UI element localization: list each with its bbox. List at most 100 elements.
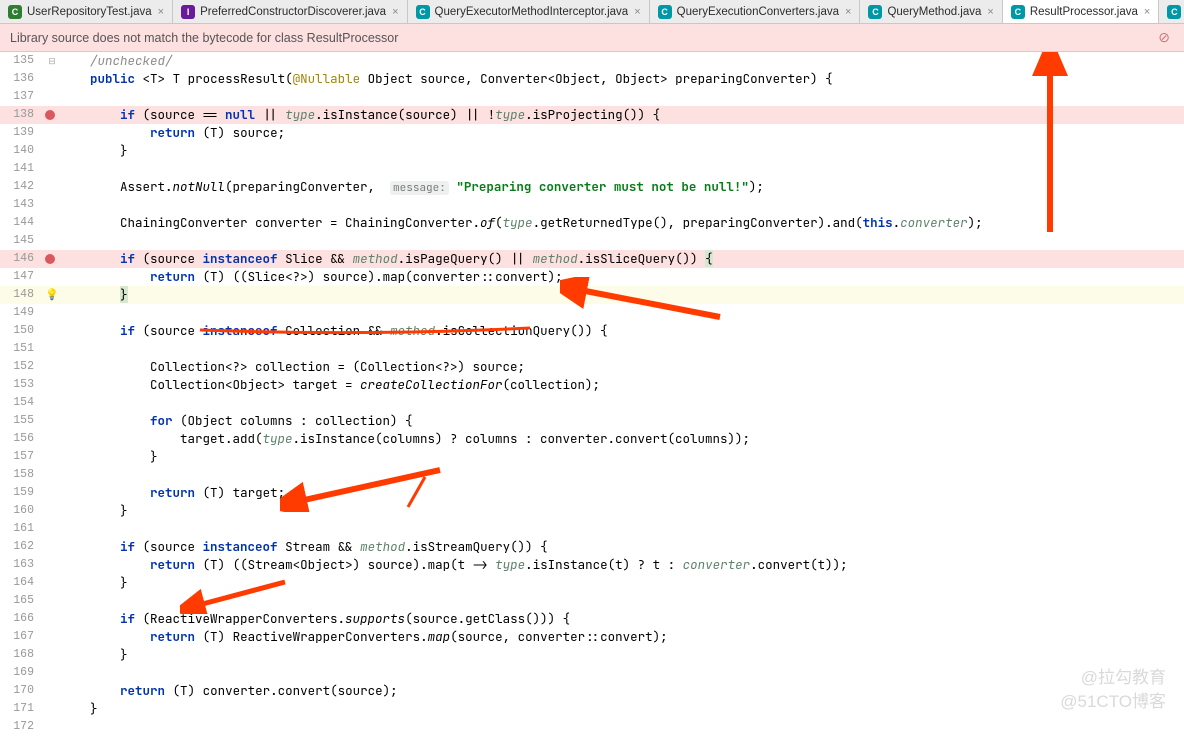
code-line[interactable]: 138 if (source == null || type.isInstanc…: [0, 106, 1184, 124]
code-text[interactable]: }: [84, 700, 98, 718]
gutter-marker[interactable]: [42, 718, 70, 736]
code-text[interactable]: ChainingConverter converter = ChainingCo…: [84, 214, 983, 232]
code-text[interactable]: /unchecked/: [84, 52, 173, 70]
gutter-marker[interactable]: [42, 142, 70, 160]
gutter-marker[interactable]: [42, 358, 70, 376]
code-text[interactable]: Collection<Object> target = createCollec…: [84, 376, 600, 394]
close-icon[interactable]: ×: [987, 6, 993, 18]
gutter-marker[interactable]: [42, 412, 70, 430]
gutter-marker[interactable]: [42, 394, 70, 412]
code-line[interactable]: 170 return (T) converter.convert(source)…: [0, 682, 1184, 700]
code-text[interactable]: [84, 196, 90, 214]
code-text[interactable]: if (source instanceof Stream && method.i…: [84, 538, 548, 556]
gutter-marker[interactable]: [42, 628, 70, 646]
code-text[interactable]: [84, 88, 90, 106]
code-line[interactable]: 169: [0, 664, 1184, 682]
code-text[interactable]: public <T> T processResult(@Nullable Obj…: [84, 70, 833, 88]
code-line[interactable]: 166 if (ReactiveWrapperConverters.suppor…: [0, 610, 1184, 628]
code-line[interactable]: 172: [0, 718, 1184, 736]
code-text[interactable]: if (source instanceof Slice && method.is…: [84, 250, 713, 268]
close-icon[interactable]: ×: [392, 6, 398, 18]
gutter-marker[interactable]: [42, 70, 70, 88]
code-text[interactable]: }: [84, 646, 128, 664]
code-line[interactable]: 164 }: [0, 574, 1184, 592]
code-text[interactable]: [84, 664, 90, 682]
code-text[interactable]: return (T) ReactiveWrapperConverters.map…: [84, 628, 668, 646]
gutter-marker[interactable]: [42, 520, 70, 538]
code-text[interactable]: }: [84, 574, 128, 592]
gutter-marker[interactable]: [42, 340, 70, 358]
code-line[interactable]: 146 if (source instanceof Slice && metho…: [0, 250, 1184, 268]
editor-tab[interactable]: CUserRepositoryTest.java×: [0, 0, 173, 23]
code-line[interactable]: 163 return (T) ((Stream<Object>) source)…: [0, 556, 1184, 574]
code-text[interactable]: if (ReactiveWrapperConverters.supports(s…: [84, 610, 570, 628]
code-line[interactable]: 147 return (T) ((Slice<?>) source).map(c…: [0, 268, 1184, 286]
code-text[interactable]: [84, 466, 90, 484]
editor-tab[interactable]: CResultProcessor.java×: [1003, 0, 1159, 23]
code-text[interactable]: return (T) source;: [84, 124, 285, 142]
code-line[interactable]: 141: [0, 160, 1184, 178]
code-text[interactable]: [84, 592, 90, 610]
code-line[interactable]: 140 }: [0, 142, 1184, 160]
code-line[interactable]: 144 ChainingConverter converter = Chaini…: [0, 214, 1184, 232]
code-line[interactable]: 157 }: [0, 448, 1184, 466]
close-icon[interactable]: ×: [158, 6, 164, 18]
code-text[interactable]: [84, 232, 90, 250]
editor-tab[interactable]: IPreferredConstructorDiscoverer.java×: [173, 0, 407, 23]
close-icon[interactable]: ×: [1144, 6, 1150, 18]
intention-bulb-icon[interactable]: 💡: [45, 286, 59, 304]
gutter-marker[interactable]: [42, 250, 70, 268]
code-line[interactable]: 153 Collection<Object> target = createCo…: [0, 376, 1184, 394]
gutter-marker[interactable]: [42, 268, 70, 286]
code-line[interactable]: 165: [0, 592, 1184, 610]
code-panel[interactable]: 135⊟/unchecked/136public <T> T processRe…: [0, 52, 1184, 728]
gutter-marker[interactable]: [42, 124, 70, 142]
code-line[interactable]: 142 Assert.notNull(preparingConverter, m…: [0, 178, 1184, 196]
gutter-marker[interactable]: [42, 106, 70, 124]
breakpoint-icon[interactable]: [45, 254, 55, 264]
gutter-marker[interactable]: [42, 88, 70, 106]
code-line[interactable]: 167 return (T) ReactiveWrapperConverters…: [0, 628, 1184, 646]
editor-tab[interactable]: CJp×: [1159, 0, 1184, 23]
gutter-marker[interactable]: [42, 574, 70, 592]
code-line[interactable]: 143: [0, 196, 1184, 214]
gutter-marker[interactable]: [42, 160, 70, 178]
code-line[interactable]: 137: [0, 88, 1184, 106]
code-text[interactable]: }: [84, 142, 128, 160]
code-line[interactable]: 155 for (Object columns : collection) {: [0, 412, 1184, 430]
close-icon[interactable]: ×: [845, 6, 851, 18]
gutter-marker[interactable]: [42, 484, 70, 502]
code-line[interactable]: 136public <T> T processResult(@Nullable …: [0, 70, 1184, 88]
code-text[interactable]: if (source instanceof Collection && meth…: [84, 322, 608, 340]
code-line[interactable]: 162 if (source instanceof Stream && meth…: [0, 538, 1184, 556]
code-line[interactable]: 148💡 }: [0, 286, 1184, 304]
gutter-marker[interactable]: [42, 466, 70, 484]
gutter-marker[interactable]: [42, 610, 70, 628]
code-text[interactable]: [84, 160, 90, 178]
editor-tab[interactable]: CQueryExecutionConverters.java×: [650, 0, 861, 23]
editor-tab[interactable]: CQueryMethod.java×: [860, 0, 1002, 23]
code-line[interactable]: 156 target.add(type.isInstance(columns) …: [0, 430, 1184, 448]
banner-close-icon[interactable]: ⊘: [1154, 29, 1174, 46]
code-line[interactable]: 160 }: [0, 502, 1184, 520]
code-text[interactable]: Assert.notNull(preparingConverter, messa…: [84, 178, 764, 196]
gutter-marker[interactable]: [42, 376, 70, 394]
code-text[interactable]: [84, 520, 90, 538]
gutter-marker[interactable]: [42, 304, 70, 322]
gutter-marker[interactable]: [42, 682, 70, 700]
code-line[interactable]: 159 return (T) target;: [0, 484, 1184, 502]
code-line[interactable]: 154: [0, 394, 1184, 412]
gutter-marker[interactable]: [42, 232, 70, 250]
code-line[interactable]: 152 Collection<?> collection = (Collecti…: [0, 358, 1184, 376]
code-text[interactable]: return (T) target;: [84, 484, 285, 502]
code-text[interactable]: return (T) ((Stream<Object>) source).map…: [84, 556, 848, 574]
code-text[interactable]: [84, 718, 90, 736]
gutter-marker[interactable]: [42, 592, 70, 610]
code-text[interactable]: [84, 394, 90, 412]
gutter-marker[interactable]: [42, 700, 70, 718]
gutter-marker[interactable]: [42, 322, 70, 340]
gutter-marker[interactable]: [42, 646, 70, 664]
close-icon[interactable]: ×: [634, 6, 640, 18]
code-text[interactable]: return (T) converter.convert(source);: [84, 682, 398, 700]
code-text[interactable]: Collection<?> collection = (Collection<?…: [84, 358, 525, 376]
